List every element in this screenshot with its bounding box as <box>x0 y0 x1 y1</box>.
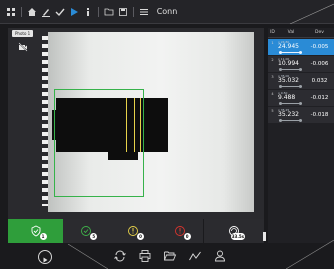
measure-line <box>134 98 135 152</box>
row-value-cell: x 24.80 24.945 <box>277 39 305 55</box>
run-icon[interactable] <box>69 7 79 17</box>
user-icon[interactable] <box>213 249 227 263</box>
tolerance-bar <box>279 119 302 122</box>
folder-open-icon[interactable] <box>163 249 177 263</box>
row-deviation: -0.006 <box>310 61 329 67</box>
status-count: 0 <box>136 233 144 240</box>
cycle-time: 33.5s <box>230 233 245 240</box>
table-row[interactable]: 5 x 35.25 35.232 -0.018 <box>268 107 334 123</box>
row-id: 4 <box>271 92 274 96</box>
status-count: 0 <box>183 233 191 240</box>
row-value: 10.994 <box>278 60 299 67</box>
print-icon[interactable] <box>138 249 152 263</box>
tolerance-bar <box>279 51 302 54</box>
menu-icon[interactable] <box>139 7 149 17</box>
film-sprockets <box>42 36 48 206</box>
sync-icon[interactable] <box>113 249 127 263</box>
edit-icon[interactable] <box>41 7 51 17</box>
toolbar-icons <box>0 6 149 17</box>
col-id[interactable]: ID <box>268 30 277 35</box>
status-tile-fail[interactable]: 0 <box>171 224 191 240</box>
row-deviation: -0.018 <box>310 112 329 118</box>
table-row[interactable]: 3 x 35.00 35.032 0.032 <box>268 73 334 89</box>
row-value: 9.488 <box>278 94 296 101</box>
top-toolbar: Conn <box>0 0 334 24</box>
row-deviation: -0.012 <box>310 95 329 101</box>
bottom-toolbar-icons <box>113 249 227 263</box>
table-header: ID Val Dev <box>268 28 334 38</box>
check-icon[interactable] <box>55 7 65 17</box>
row-value: 24.945 <box>278 43 299 50</box>
bottom-toolbar <box>0 245 334 269</box>
cycle-status: 33.5s <box>225 224 245 240</box>
status-tile-warning[interactable]: 5 <box>77 224 98 240</box>
row-id: 5 <box>271 109 274 113</box>
tolerance-bar <box>279 102 302 105</box>
status-pass: 1 <box>27 224 47 240</box>
measure-line <box>126 98 127 152</box>
status-tile-group: 5 0 0 <box>63 219 203 243</box>
row-id: 2 <box>271 58 274 62</box>
row-value-cell: x 35.25 35.232 <box>277 107 305 123</box>
scroll-handle[interactable] <box>263 232 266 241</box>
status-count: 5 <box>90 233 98 240</box>
results-table: ID Val Dev 1 x 24.80 24.945 -0.005 2 x 1… <box>268 28 334 243</box>
home-icon[interactable] <box>27 7 37 17</box>
toolbar-separator <box>21 6 22 17</box>
table-row[interactable]: 2 x 11.00 10.994 -0.006 <box>268 56 334 72</box>
row-value-cell: x 35.00 35.032 <box>277 73 305 89</box>
folder-icon[interactable] <box>104 7 114 17</box>
tolerance-bar <box>279 85 302 88</box>
row-value: 35.032 <box>278 77 299 84</box>
play-button[interactable] <box>38 250 52 264</box>
tolerance-bar <box>279 68 302 71</box>
row-value-cell: x 9.50 9.488 <box>277 90 305 106</box>
status-tile-info[interactable]: 0 <box>124 224 144 240</box>
status-tile-cycle[interactable]: 33.5s <box>203 219 264 243</box>
inspection-image[interactable] <box>42 32 254 212</box>
measure-line <box>140 98 141 152</box>
callout-line <box>289 3 334 24</box>
status-tiles: 1 5 0 0 33.5s <box>8 219 264 243</box>
roi-frame[interactable] <box>54 89 144 197</box>
camera-label[interactable]: Photo 1 <box>12 30 34 37</box>
row-id: 3 <box>271 75 274 79</box>
camera-off-icon[interactable] <box>18 42 28 52</box>
status-tile-pass[interactable]: 1 <box>8 219 63 243</box>
toolbar-separator <box>133 6 134 17</box>
play-icon <box>43 257 48 263</box>
table-row[interactable]: 4 x 9.50 9.488 -0.012 <box>268 90 334 106</box>
table-row[interactable]: 1 x 24.80 24.945 -0.005 <box>268 39 334 55</box>
row-value: 35.232 <box>278 111 299 118</box>
row-deviation: 0.032 <box>311 78 328 84</box>
toolbar-separator <box>98 6 99 17</box>
camera-panel: Photo 1 <box>8 28 264 243</box>
col-val[interactable]: Val <box>277 30 305 35</box>
grid-icon[interactable] <box>6 7 16 17</box>
row-value-cell: x 11.00 10.994 <box>277 56 305 72</box>
save-icon[interactable] <box>118 7 128 17</box>
row-id: 1 <box>271 41 274 45</box>
info-icon[interactable] <box>83 7 93 17</box>
col-dev[interactable]: Dev <box>305 30 334 35</box>
row-deviation: -0.005 <box>310 44 329 50</box>
status-count: 1 <box>39 233 47 240</box>
trend-icon[interactable] <box>188 249 202 263</box>
